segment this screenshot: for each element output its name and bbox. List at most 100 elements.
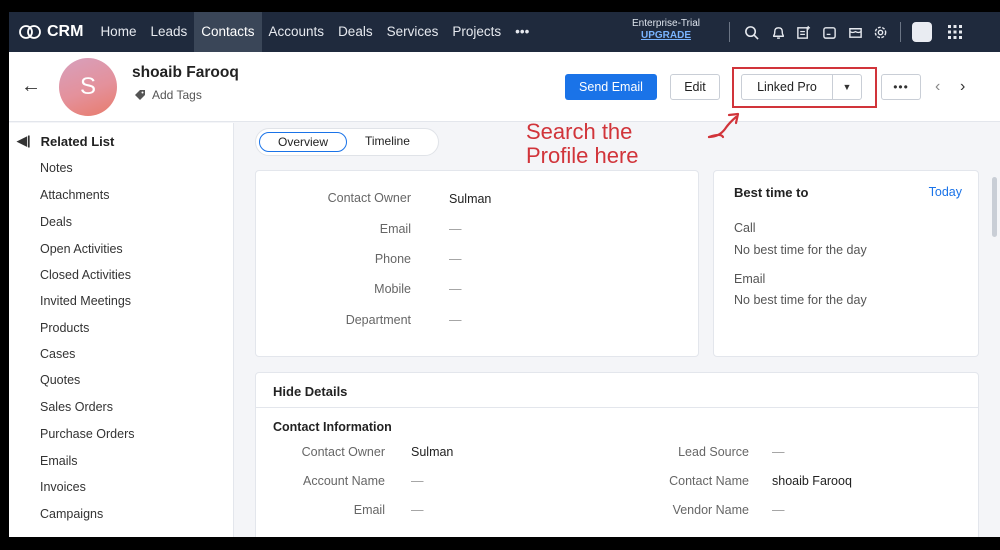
sidebar-item-campaigns[interactable]: Campaigns — [40, 507, 103, 521]
detail-label-email: Email — [353, 503, 385, 517]
field-value-contact-owner[interactable]: Sulman — [449, 192, 491, 206]
sidebar-item-invited-meetings[interactable]: Invited Meetings — [40, 294, 131, 308]
detail-label-vendor-name: Vendor Name — [672, 503, 749, 517]
annotation-highlight-box — [732, 67, 877, 108]
top-nav-bar: CRM Home Leads Contacts Accounts Deals S… — [9, 12, 1000, 52]
gear-icon[interactable] — [871, 23, 889, 41]
sidebar-item-notes[interactable]: Notes — [40, 161, 73, 175]
detail-value-contact-name[interactable]: shoaib Farooq — [772, 474, 852, 488]
trial-label: Enterprise-Trial — [632, 18, 700, 29]
hide-details-link[interactable]: Hide Details — [273, 384, 347, 399]
sidebar-item-invoices[interactable]: Invoices — [40, 480, 86, 494]
field-label-mobile: Mobile — [374, 282, 411, 296]
contact-avatar: S — [59, 58, 117, 116]
search-icon[interactable] — [742, 23, 760, 41]
tag-icon — [135, 90, 145, 100]
sidebar-item-sales-orders[interactable]: Sales Orders — [40, 400, 113, 414]
nav-divider — [729, 22, 730, 42]
send-email-button[interactable]: Send Email — [565, 74, 657, 100]
calendar-icon[interactable] — [820, 23, 838, 41]
add-tags-label: Add Tags — [152, 88, 202, 102]
marketplace-icon[interactable] — [846, 23, 864, 41]
nav-tab-accounts[interactable]: Accounts — [262, 12, 332, 52]
edit-button[interactable]: Edit — [670, 74, 720, 100]
sidebar-item-open-activities[interactable]: Open Activities — [40, 242, 123, 256]
field-label-email: Email — [379, 222, 411, 236]
add-tags-link[interactable]: Add Tags — [134, 88, 202, 102]
details-card: Hide Details Contact Information Contact… — [255, 372, 979, 537]
contact-information-heading: Contact Information — [273, 420, 392, 434]
detail-value-email[interactable]: — — [411, 503, 424, 517]
annotation-line-2: Profile here — [526, 143, 639, 168]
nav-tab-deals[interactable]: Deals — [331, 12, 380, 52]
nav-tab-services[interactable]: Services — [380, 12, 446, 52]
nav-tab-contacts[interactable]: Contacts — [194, 12, 262, 52]
annotation-text: Search the Profile here — [526, 120, 639, 168]
screenshot-frame: CRM Home Leads Contacts Accounts Deals S… — [0, 0, 1000, 550]
detail-value-contact-owner[interactable]: Sulman — [411, 445, 453, 459]
details-divider — [256, 407, 978, 408]
annotation-line-1: Search the — [526, 119, 633, 144]
tab-timeline[interactable]: Timeline — [365, 134, 410, 148]
detail-label-contact-name: Contact Name — [669, 474, 749, 488]
sidebar-item-products[interactable]: Products — [40, 321, 89, 335]
sidebar-item-quotes[interactable]: Quotes — [40, 373, 80, 387]
sidebar-item-closed-activities[interactable]: Closed Activities — [40, 268, 131, 282]
compose-icon[interactable] — [794, 23, 812, 41]
back-arrow-icon[interactable]: ← — [21, 75, 41, 98]
trial-badge[interactable]: Enterprise-Trial UPGRADE — [632, 18, 700, 42]
summary-card: Contact Owner Sulman Email — Phone — Mob… — [255, 170, 699, 357]
collapse-sidebar-icon[interactable]: ◀| — [17, 133, 31, 149]
avatar[interactable] — [912, 22, 932, 42]
field-value-email[interactable]: — — [449, 222, 462, 236]
related-list-sidebar: ◀| Related List Notes Attachments Deals … — [9, 123, 234, 537]
field-value-mobile[interactable]: — — [449, 282, 462, 296]
nav-tabs: Home Leads Contacts Accounts Deals Servi… — [93, 12, 536, 52]
detail-value-lead-source[interactable]: — — [772, 445, 785, 459]
detail-label-contact-owner: Contact Owner — [301, 445, 385, 459]
upgrade-link[interactable]: UPGRADE — [632, 30, 700, 42]
page-scrollbar[interactable] — [992, 177, 997, 237]
nav-more-tabs[interactable]: ••• — [508, 12, 536, 52]
field-value-department[interactable]: — — [449, 313, 462, 327]
apps-grid-icon[interactable] — [946, 23, 964, 41]
best-time-call-text: No best time for the day — [734, 243, 867, 257]
sidebar-item-emails[interactable]: Emails — [40, 454, 78, 468]
field-label-department: Department — [345, 313, 411, 327]
field-label-contact-owner: Contact Owner — [327, 191, 411, 205]
more-actions-button[interactable]: ••• — [881, 74, 921, 100]
sidebar-item-cases[interactable]: Cases — [40, 347, 75, 361]
nav-tab-leads[interactable]: Leads — [143, 12, 194, 52]
sidebar-item-deals[interactable]: Deals — [40, 215, 72, 229]
related-list-title: Related List — [40, 133, 115, 149]
annotation-arrow-icon — [707, 112, 740, 139]
best-time-email-label: Email — [734, 272, 766, 286]
brand-label: CRM — [47, 23, 84, 40]
crm-window: CRM Home Leads Contacts Accounts Deals S… — [9, 12, 1000, 537]
detail-label-account-name: Account Name — [303, 474, 385, 488]
avatar-letter: S — [79, 73, 96, 100]
detail-value-account-name[interactable]: — — [411, 474, 424, 488]
view-tabs: Overview Timeline — [255, 128, 439, 156]
sidebar-item-purchase-orders[interactable]: Purchase Orders — [40, 427, 134, 441]
nav-tab-home[interactable]: Home — [93, 12, 143, 52]
best-time-call-label: Call — [734, 221, 756, 235]
related-list-header[interactable]: ◀| Related List — [17, 133, 114, 149]
field-value-phone[interactable]: — — [449, 252, 462, 266]
record-header: ← S shoaib Farooq Add Tags Send Email Ed… — [9, 52, 1000, 122]
best-time-today-link[interactable]: Today — [929, 185, 962, 199]
next-record-icon[interactable]: › — [960, 78, 965, 96]
bell-icon[interactable] — [769, 23, 787, 41]
tab-overview[interactable]: Overview — [259, 132, 347, 152]
contact-name: shoaib Farooq — [132, 64, 239, 81]
best-time-email-text: No best time for the day — [734, 293, 867, 307]
nav-tab-projects[interactable]: Projects — [445, 12, 508, 52]
crm-logo[interactable]: CRM — [19, 23, 83, 41]
previous-record-icon[interactable]: ‹ — [935, 78, 940, 96]
best-time-title: Best time to — [734, 185, 809, 200]
sidebar-item-attachments[interactable]: Attachments — [40, 188, 109, 202]
best-time-card: Best time to Today Call No best time for… — [713, 170, 979, 357]
field-label-phone: Phone — [374, 252, 411, 266]
detail-value-vendor-name[interactable]: — — [772, 503, 785, 517]
crm-logo-icon — [19, 25, 41, 39]
